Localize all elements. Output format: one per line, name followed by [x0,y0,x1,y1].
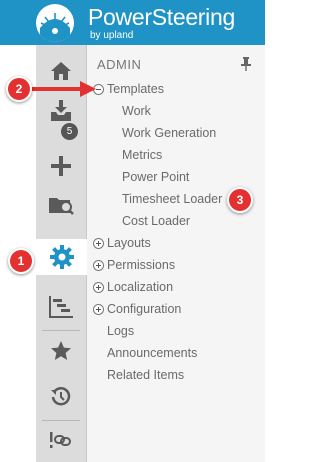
brand-name: PowerSteering [88,4,235,30]
tree-item-configuration[interactable]: Configuration [93,302,181,316]
tree-item-announcements[interactable]: Announcements [107,346,197,360]
tree-item-label: Announcements [107,346,198,360]
tree-item-cost-loader[interactable]: Cost Loader [122,214,190,228]
tree-item-label: Permissions [107,258,176,272]
star-icon[interactable] [36,333,86,369]
tree-item-related-items[interactable]: Related Items [107,368,184,382]
left-nav-rail [36,45,87,462]
tree-item-layouts[interactable]: Layouts [93,236,151,250]
tree-item-metrics[interactable]: Metrics [122,148,162,162]
gantt-chart-icon[interactable] [36,289,86,325]
tree-item-timesheet-loader[interactable]: Timesheet Loader [122,192,222,206]
search-folder-icon[interactable] [36,187,86,223]
tree-item-label: Templates [107,82,164,96]
tree-item-permissions[interactable]: Permissions [93,258,175,272]
admin-panel: ADMIN Templates Work Work Generation Met… [87,45,265,462]
tree-item-label: Localization [107,280,174,294]
tree-item-logs[interactable]: Logs [107,324,134,338]
tree-item-label: Related Items [107,368,185,382]
panel-title: ADMIN [97,57,142,72]
expand-icon[interactable] [93,259,104,271]
link-icon[interactable] [36,422,86,458]
tree-item-label: Work [122,104,151,118]
rail-divider [42,420,80,421]
tree-item-label: Cost Loader [122,214,191,228]
callout-badge-2: 2 [6,76,32,102]
tree-item-label: Configuration [107,302,182,316]
plus-icon[interactable] [36,148,86,184]
tree-item-localization[interactable]: Localization [93,280,173,294]
tree-item-label: Metrics [122,148,163,162]
history-icon[interactable] [36,379,86,415]
tree-item-work-generation[interactable]: Work Generation [122,126,216,140]
brand-tagline: by upland [90,30,134,41]
expand-icon[interactable] [93,303,104,315]
callout-arrow [30,81,96,97]
tree-item-templates[interactable]: Templates [93,82,164,96]
callout-badge-1: 1 [8,248,34,274]
callout-badge-3: 3 [227,187,253,213]
tree-item-label: Logs [107,324,135,338]
inbox-download-icon[interactable] [36,93,86,129]
tree-item-label: Layouts [107,236,151,250]
expand-icon[interactable] [93,237,104,249]
tree-item-label: Power Point [122,170,190,184]
pending-count-badge: 5 [60,122,79,141]
expand-icon[interactable] [93,281,104,293]
tree-item-power-point[interactable]: Power Point [122,170,189,184]
powersteering-logo-icon[interactable] [36,4,74,42]
tree-item-label: Work Generation [122,126,217,140]
tree-item-work[interactable]: Work [122,104,151,118]
gear-icon[interactable] [36,239,87,275]
tree-item-label: Timesheet Loader [122,192,223,206]
rail-divider [42,330,80,331]
app-header: PowerSteering by upland [0,0,265,45]
pin-icon[interactable] [241,57,251,71]
